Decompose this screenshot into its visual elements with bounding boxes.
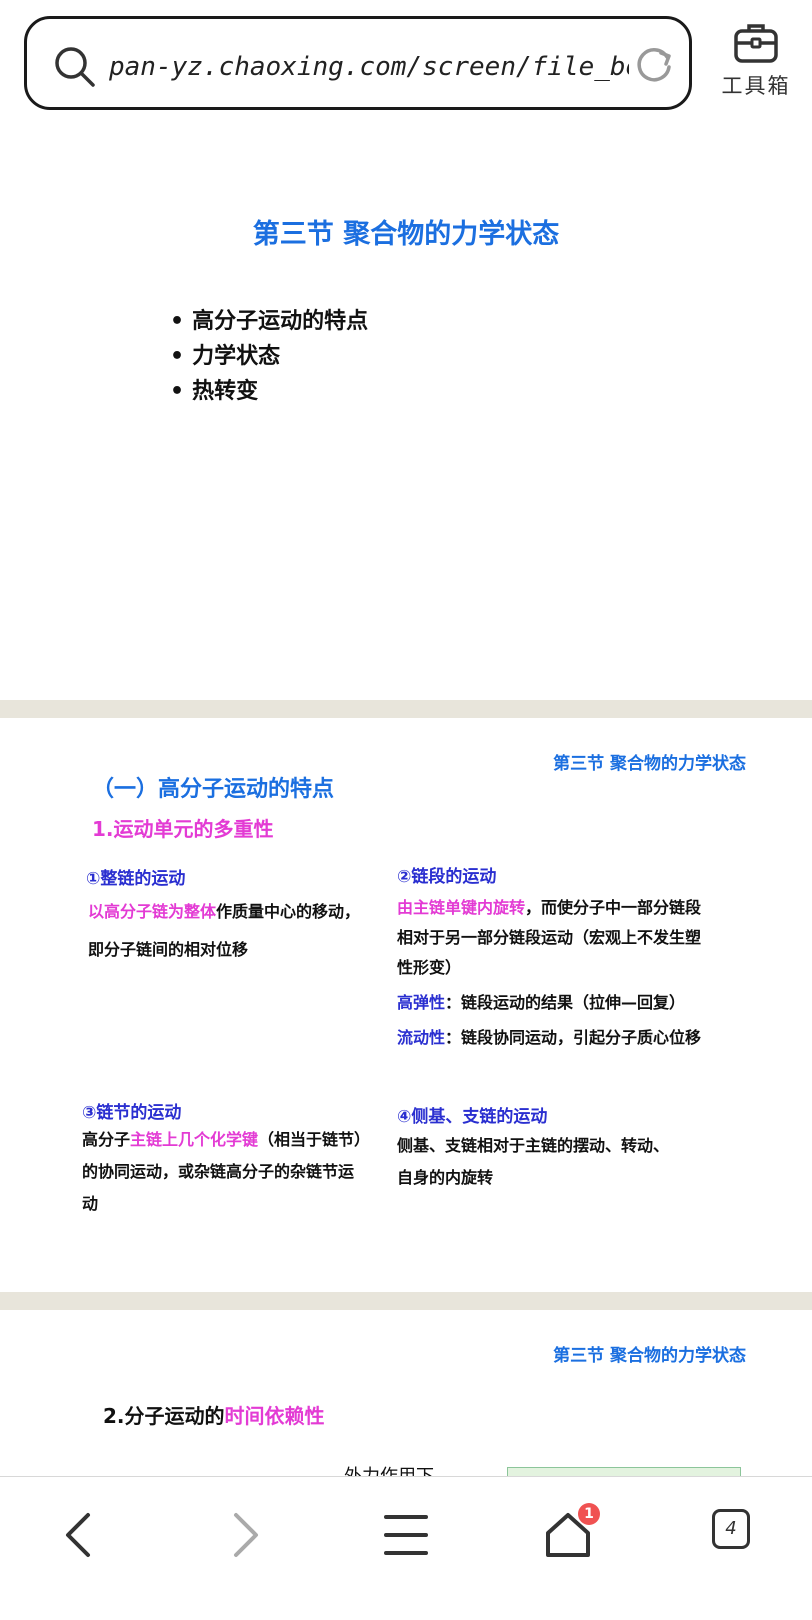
slide2-header: 第三节 聚合物的力学状态 — [553, 754, 746, 774]
slide2-section-title: （一）高分子运动的特点 — [92, 777, 335, 802]
browser-page: pan-yz.chaoxing.com/screen/file_be932···… — [0, 0, 812, 1620]
b2-text1: ，而使分子中一部分链段 — [525, 898, 702, 917]
slide3-title: 2.分子运动的时间依赖性 — [103, 1400, 325, 1429]
tabs-count-button[interactable]: 4 — [712, 1509, 750, 1549]
b3-highlight: 主链上几个化学键 — [130, 1130, 259, 1149]
slide1-title: 第三节 聚合物的力学状态 — [252, 219, 560, 250]
slide-separator — [0, 1292, 812, 1310]
b3-line1: 高分子主链上几个化学键（相当于链节） — [82, 1124, 370, 1156]
b2-fluidity: 流动性：链段协同运动，引起分子质心位移 — [397, 1022, 701, 1054]
bottom-navigation-bar: 1 4 — [0, 1476, 812, 1620]
slide3-title-a: 2.分子运动的 — [103, 1404, 225, 1428]
b1-title: ①整链的运动 — [86, 869, 186, 889]
b4-line2: 自身的内旋转 — [397, 1168, 494, 1187]
b3-text0: 高分子 — [82, 1130, 131, 1149]
bullet-item: 高分子运动的特点 — [170, 304, 368, 339]
b2-line1: 由主链单键内旋转，而使分子中一部分链段 — [397, 892, 701, 924]
reload-icon[interactable] — [633, 45, 675, 87]
toolbox-button[interactable]: 工具箱 — [716, 18, 796, 118]
slide3-title-b: 时间依赖性 — [224, 1404, 325, 1428]
bullet-item: 热转变 — [170, 374, 368, 409]
b2-elasticity-label: 高弹性 — [397, 993, 446, 1012]
toolbox-label: 工具箱 — [721, 74, 791, 98]
slide-separator — [0, 700, 812, 718]
menu-icon[interactable] — [378, 1507, 434, 1563]
b2-fluidity-label: 流动性 — [397, 1028, 446, 1047]
b2-highlight: 由主链单键内旋转 — [397, 898, 526, 917]
url-box[interactable]: pan-yz.chaoxing.com/screen/file_be932··· — [24, 16, 692, 110]
slide3-header: 第三节 聚合物的力学状态 — [553, 1346, 746, 1366]
b1-text1: 作质量中心的移动， — [216, 902, 361, 921]
top-address-bar: pan-yz.chaoxing.com/screen/file_be932···… — [0, 0, 812, 130]
home-badge: 1 — [578, 1503, 600, 1525]
b4-title: ④侧基、支链的运动 — [397, 1107, 548, 1127]
b3-text1: （相当于链节） — [258, 1130, 371, 1149]
forward-icon[interactable] — [216, 1507, 272, 1563]
back-icon[interactable] — [52, 1507, 108, 1563]
b1-highlight: 以高分子链为整体 — [88, 902, 217, 921]
b2-line2: 相对于另一部分链段运动（宏观上不发生塑 — [397, 928, 702, 947]
b2-elasticity-text: ：链段运动的结果（拉伸—回复） — [445, 993, 686, 1012]
url-text[interactable]: pan-yz.chaoxing.com/screen/file_be932··· — [109, 47, 629, 87]
b3-title: ③链节的运动 — [82, 1103, 182, 1123]
b4-line1: 侧基、支链相对于主链的摆动、转动、 — [397, 1136, 670, 1155]
b2-fluidity-text: ：链段协同运动，引起分子质心位移 — [445, 1028, 702, 1047]
slide3-partial-label: 外力作用下 — [344, 1462, 434, 1476]
b3-line3: 动 — [82, 1194, 99, 1213]
slide2-subsection-title: 1.运动单元的多重性 — [92, 817, 274, 841]
b1-line2: 即分子链间的相对位移 — [88, 940, 249, 959]
b2-line3: 性形变） — [397, 958, 462, 977]
b2-elasticity: 高弹性：链段运动的结果（拉伸—回复） — [397, 987, 685, 1019]
toolbox-icon — [734, 24, 778, 63]
bullet-item: 力学状态 — [170, 339, 368, 374]
search-icon[interactable] — [53, 45, 97, 89]
b1-line1: 以高分子链为整体作质量中心的移动， — [88, 896, 360, 928]
b2-title: ②链段的运动 — [397, 867, 497, 887]
b3-line2: 的协同运动，或杂链高分子的杂链节运 — [82, 1162, 355, 1181]
slide1-bullet-list: 高分子运动的特点 力学状态 热转变 — [170, 304, 368, 409]
